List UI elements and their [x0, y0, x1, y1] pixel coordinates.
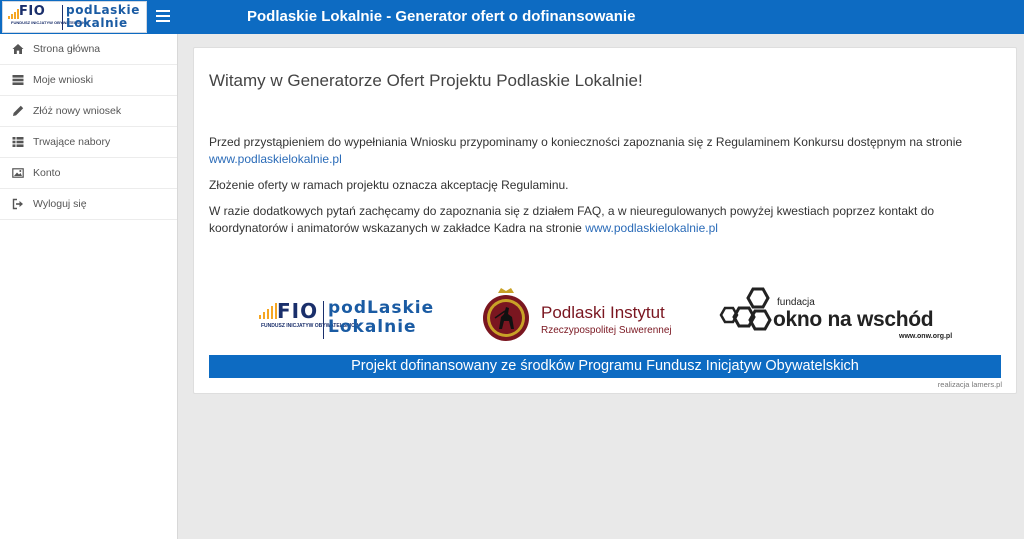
logo-podlaskie-line2: Lokalnie [66, 16, 128, 30]
app-title: Podlaskie Lokalnie - Generator ofert o d… [247, 8, 636, 25]
welcome-card: Witamy w Generatorze Ofert Projektu Podl… [193, 47, 1017, 394]
regulations-paragraph: Przed przystąpieniem do wypełniania Wnio… [209, 134, 999, 168]
sidebar-item-new-application[interactable]: Złóż nowy wniosek [0, 96, 177, 127]
sidebar-item-logout[interactable]: Wyloguj się [0, 189, 177, 220]
logo-divider [62, 5, 63, 30]
funding-banner: Projekt dofinansowany ze środków Program… [209, 355, 1001, 378]
menu-toggle-icon[interactable] [156, 10, 170, 22]
top-bar: FIO FUNDUSZ INICJATYW OBYWATELSKICH podL… [0, 0, 1024, 34]
sidebar-item-label: Trwające nabory [33, 136, 111, 148]
partner-logos: FIO FUNDUSZ INICJATYW OBYWATELSKICH podL… [209, 275, 1001, 355]
contact-text: W razie dodatkowych pytań zachęcamy do z… [209, 204, 935, 235]
sidebar-item-label: Moje wnioski [33, 74, 94, 86]
sidebar-item-label: Złóż nowy wniosek [33, 105, 122, 117]
podlaski-instytut-logo: Podlaski Instytut Rzeczypospolitej Suwer… [481, 287, 711, 347]
pencil-icon [11, 105, 24, 118]
contact-paragraph: W razie dodatkowych pytań zachęcamy do z… [209, 203, 999, 237]
podlaskie-logo-line1: podLaskie [328, 298, 435, 318]
sidebar-item-home[interactable]: Strona główna [0, 34, 177, 65]
site-logo[interactable]: FIO FUNDUSZ INICJATYW OBYWATELSKICH podL… [2, 1, 147, 33]
list-icon [11, 74, 24, 87]
logout-icon [11, 198, 24, 211]
podlaskie-logo-line2: Lokalnie [328, 317, 417, 337]
onw-prefix: fundacja [777, 297, 815, 308]
image-icon [11, 167, 24, 180]
sidebar-item-label: Strona główna [33, 43, 101, 55]
onw-url: www.onw.org.pl [899, 333, 953, 340]
sidebar: Strona główna Moje wnioski Złóż nowy wni… [0, 34, 178, 539]
page-title: Witamy w Generatorze Ofert Projektu Podl… [209, 71, 643, 90]
regulations-text: Przed przystąpieniem do wypełniania Wnio… [209, 135, 963, 149]
fio-logo-divider [323, 301, 324, 339]
fio-logo-text: FIO [277, 299, 319, 323]
credit-text: realizacja lamers.pl [937, 380, 1002, 389]
logo-fio-text: FIO [19, 4, 46, 19]
fio-podlaskie-logo: FIO FUNDUSZ INICJATYW OBYWATELSKICH podL… [259, 299, 439, 343]
sidebar-item-ongoing-calls[interactable]: Trwające nabory [0, 127, 177, 158]
okno-na-wschod-logo: fundacja okno na wschód www.onw.org.pl [719, 287, 969, 349]
logo-podlaskie-text: podLaskie Lokalnie [66, 4, 140, 30]
sidebar-item-label: Konto [33, 167, 61, 179]
contact-link[interactable]: www.podlaskielokalnie.pl [585, 221, 718, 235]
table-icon [11, 136, 24, 149]
sidebar-item-label: Wyloguj się [33, 198, 87, 210]
instytut-subtitle: Rzeczypospolitej Suwerennej [541, 325, 672, 336]
regulations-link[interactable]: www.podlaskielokalnie.pl [209, 152, 342, 166]
sidebar-item-account[interactable]: Konto [0, 158, 177, 189]
acceptance-paragraph: Złożenie oferty w ramach projektu oznacz… [209, 178, 569, 192]
onw-name: okno na wschód [773, 308, 934, 331]
instytut-seal-icon [483, 288, 529, 341]
podlaskie-lokalnie-logo-text: podLaskie Lokalnie [328, 299, 434, 337]
sidebar-item-my-applications[interactable]: Moje wnioski [0, 65, 177, 96]
instytut-name: Podlaski Instytut [541, 303, 665, 322]
fio-bars-icon [259, 303, 277, 319]
home-icon [11, 43, 24, 56]
